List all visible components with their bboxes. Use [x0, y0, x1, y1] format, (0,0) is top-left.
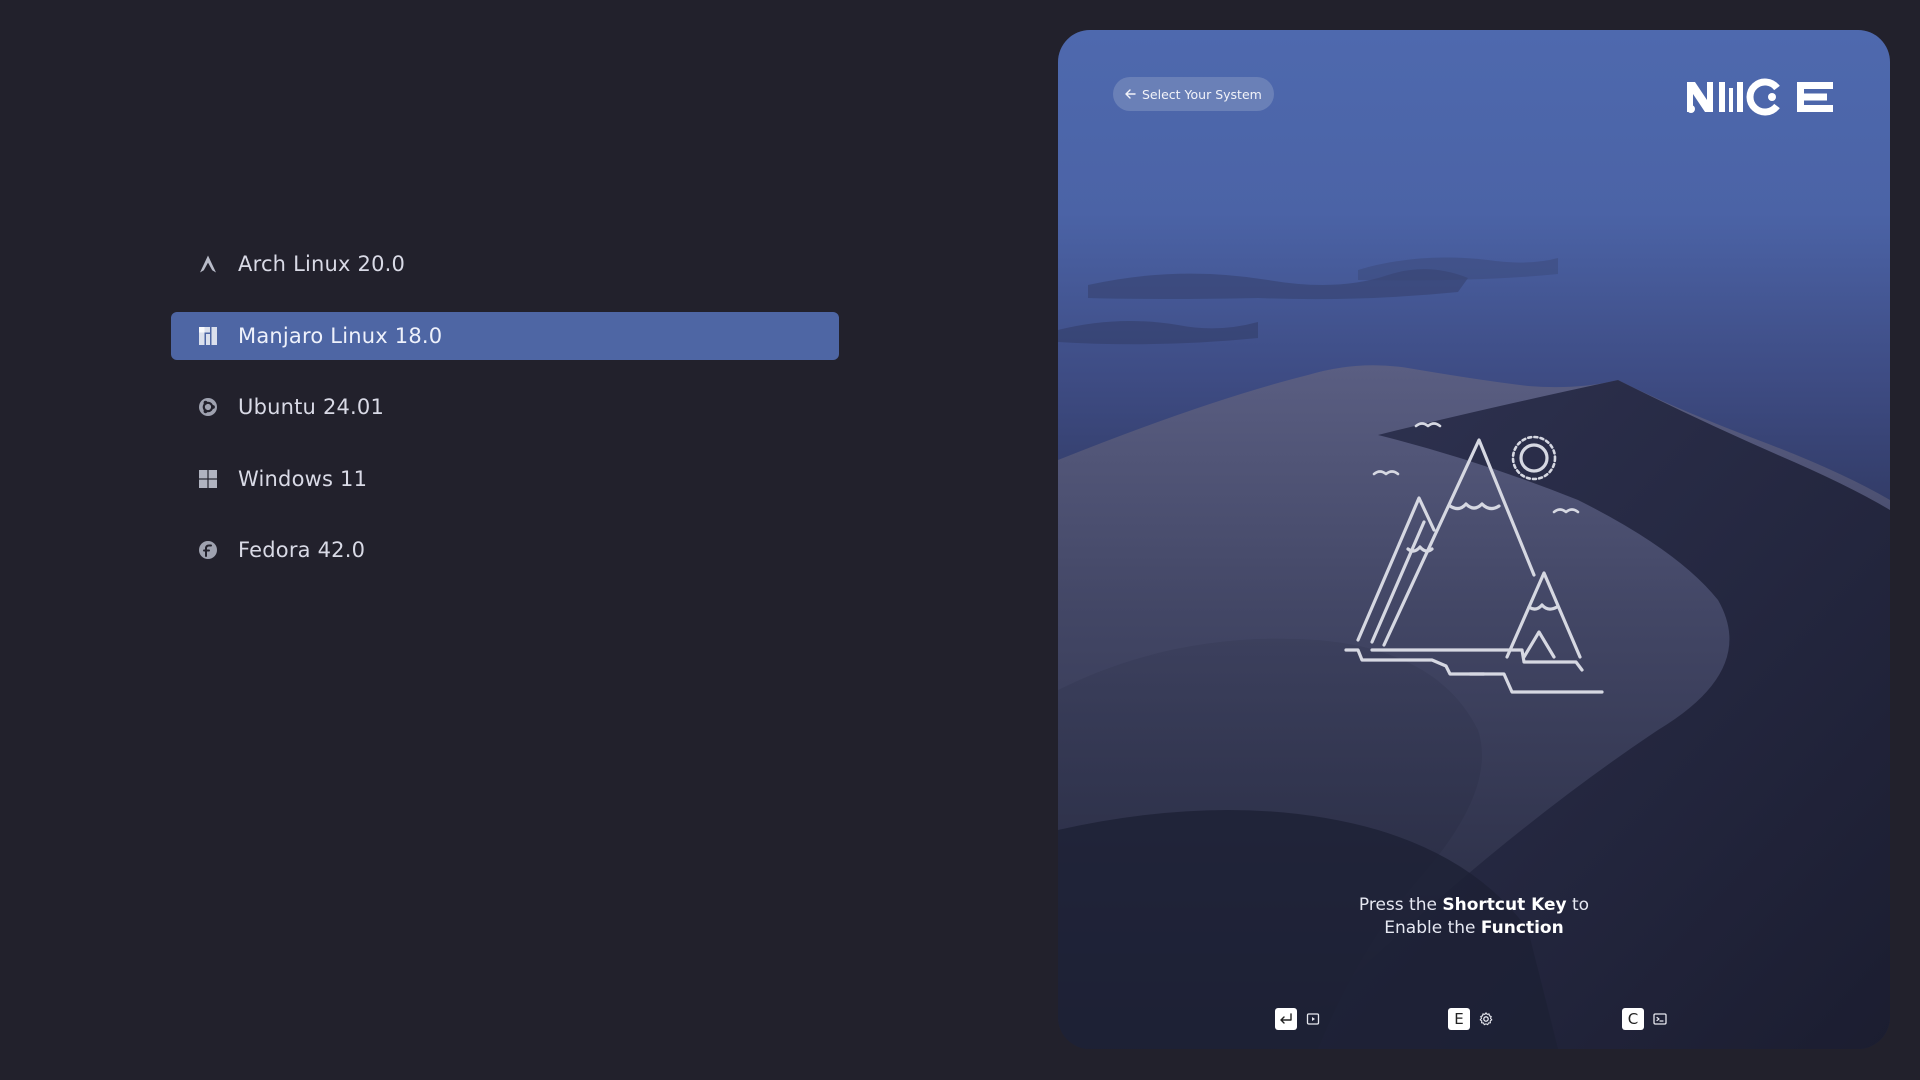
hint-line-2: Enable the Function [1058, 917, 1890, 940]
enter-key-icon [1275, 1008, 1297, 1030]
hint-emphasis: Shortcut Key [1442, 895, 1567, 915]
shortcut-command-terminal[interactable]: C [1622, 1008, 1668, 1030]
arch-logo-icon [197, 253, 219, 275]
shortcut-edit-settings[interactable]: E [1448, 1008, 1494, 1030]
shortcut-bar: E C [1058, 1008, 1890, 1034]
windows-logo-icon [197, 468, 219, 490]
hint-text: Press the [1358, 895, 1443, 915]
menu-item-windows[interactable]: Windows 11 [171, 455, 839, 503]
ubuntu-logo-icon [197, 396, 219, 418]
terminal-icon [1652, 1011, 1668, 1027]
menu-item-label: Windows 11 [238, 466, 368, 491]
menu-item-arch-linux[interactable]: Arch Linux 20.0 [171, 240, 839, 288]
shortcut-enter-boot[interactable] [1275, 1008, 1321, 1030]
hint-text: to [1566, 895, 1590, 915]
boot-icon [1305, 1011, 1321, 1027]
nice-logo [1685, 74, 1837, 118]
menu-item-fedora[interactable]: Fedora 42.0 [171, 526, 839, 574]
c-key: C [1622, 1008, 1644, 1030]
menu-item-label: Ubuntu 24.01 [238, 395, 385, 419]
e-key: E [1448, 1008, 1470, 1030]
menu-item-label: Fedora 42.0 [238, 538, 366, 562]
hint-emphasis: Function [1480, 918, 1564, 938]
settings-gear-icon [1478, 1011, 1494, 1027]
select-system-back-button[interactable]: Select Your System [1113, 77, 1274, 111]
arrow-left-icon [1125, 89, 1136, 99]
mountains-illustration [1344, 410, 1610, 700]
hint-text: Enable the [1384, 918, 1481, 938]
menu-item-manjaro-linux[interactable]: Manjaro Linux 18.0 [171, 311, 839, 360]
system-menu: Arch Linux 20.0 Manjaro Linux 18.0 Ubunt… [171, 240, 839, 598]
menu-item-label: Manjaro Linux 18.0 [238, 323, 443, 348]
boot-preview-panel: Select Your System Press the Shortcut Ke… [1058, 30, 1890, 1049]
shortcut-hint-text: Press the Shortcut Key to Enable the Fun… [1058, 894, 1890, 940]
back-button-label: Select Your System [1142, 86, 1262, 102]
fedora-logo-icon [197, 539, 219, 561]
manjaro-logo-icon [197, 325, 219, 347]
menu-item-label: Arch Linux 20.0 [238, 252, 406, 276]
menu-item-ubuntu[interactable]: Ubuntu 24.01 [171, 383, 839, 431]
hint-line-1: Press the Shortcut Key to [1058, 894, 1890, 917]
